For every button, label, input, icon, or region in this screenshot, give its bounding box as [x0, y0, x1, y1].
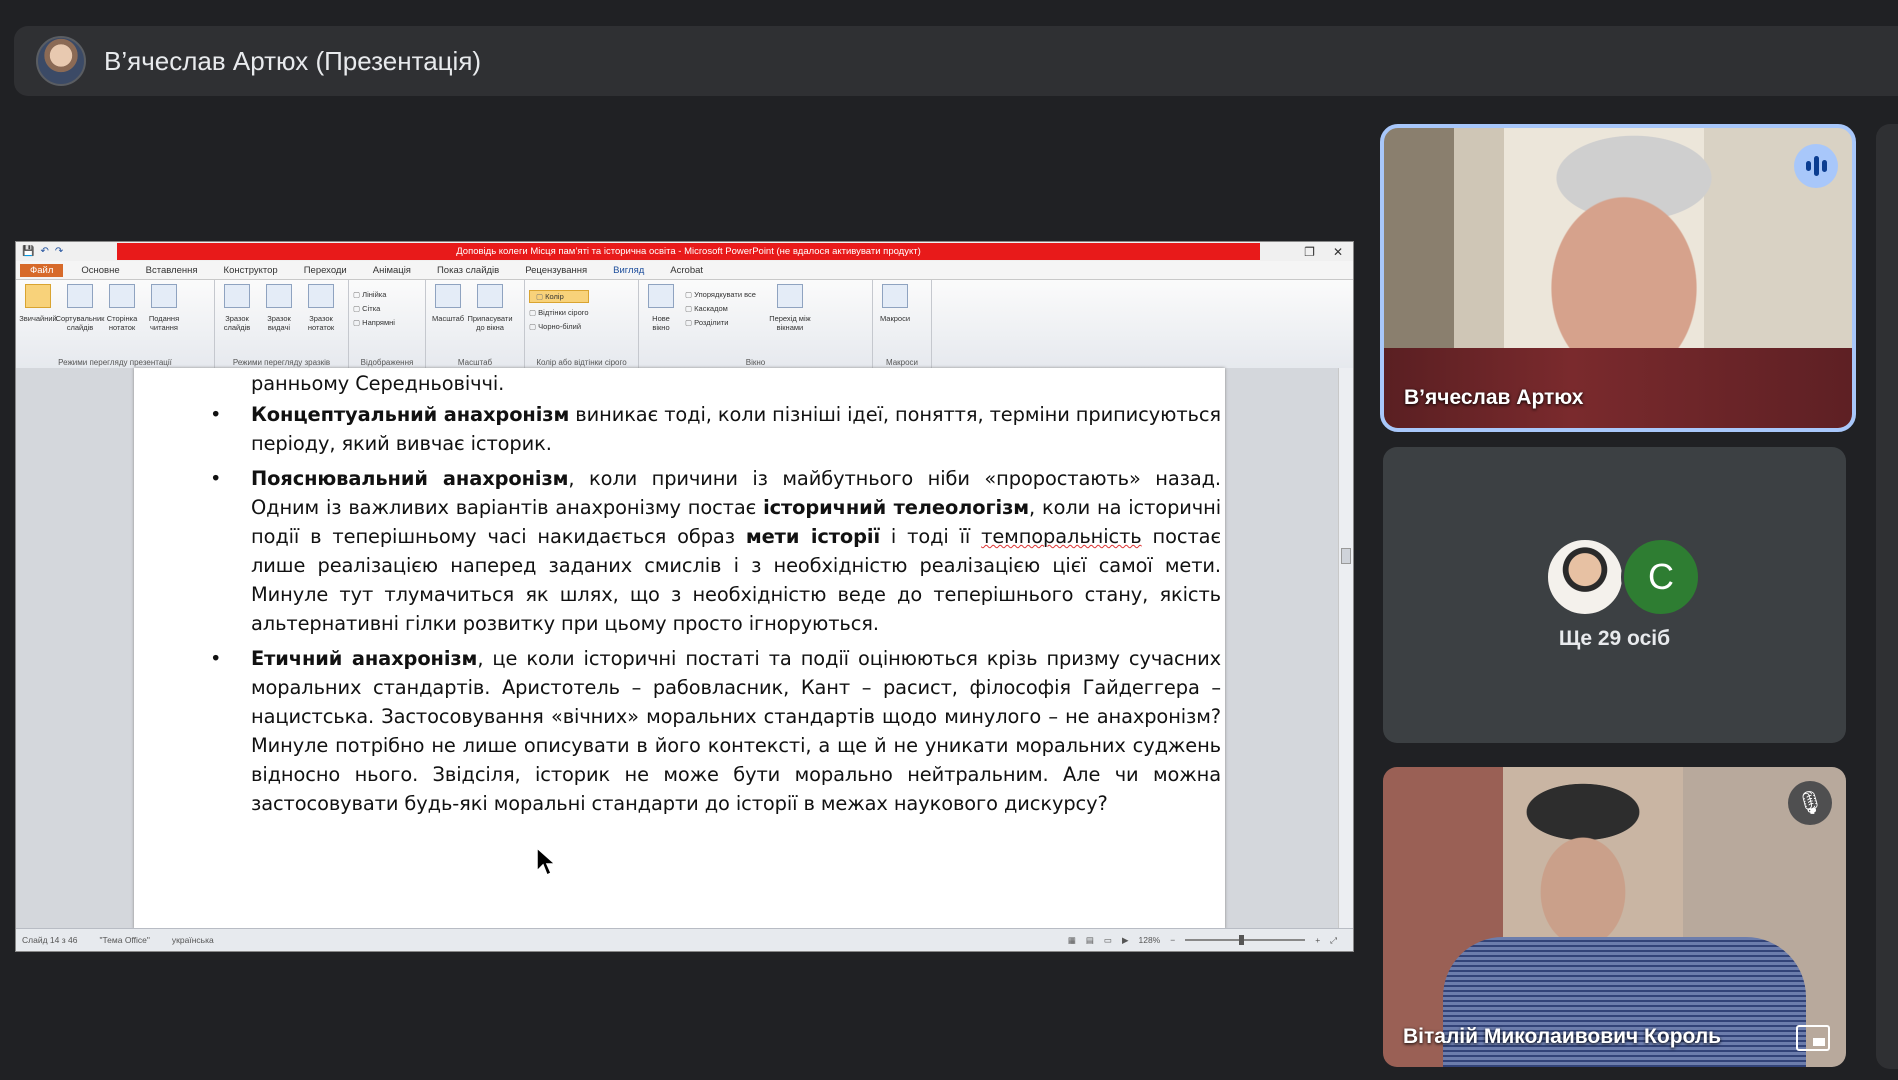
tab-transitions[interactable]: Переходи [304, 265, 347, 276]
split-button[interactable]: Розділити [685, 318, 756, 327]
window-title: Доповідь колеги Місця пам’яті та історич… [117, 243, 1260, 260]
shared-screen: 💾 ↶ ↷ Доповідь колеги Місця пам’яті та і… [15, 241, 1354, 952]
reading-view-icon[interactable]: ▭ [1104, 935, 1112, 946]
slide-sorter-button[interactable]: Сортувальник слайдів [56, 284, 104, 368]
black-white-button[interactable]: Чорно-білий [529, 322, 589, 331]
theme-name: "Тема Office" [99, 935, 150, 945]
gridlines-checkbox[interactable]: Сітка [353, 304, 395, 313]
tab-acrobat[interactable]: Acrobat [670, 265, 703, 276]
notes-text: ранньому Середньовіччі. Концептуальний а… [195, 369, 1221, 824]
switch-windows-button[interactable]: Перехід між вікнами [762, 284, 818, 368]
restore-icon[interactable]: ❐ [1304, 245, 1315, 259]
fit-to-window-button[interactable]: Припасувати до вікна [468, 284, 513, 368]
notes-master-button[interactable]: Зразок нотаток [303, 284, 339, 368]
slide-master-button[interactable]: Зразок слайдів [219, 284, 255, 368]
save-icon[interactable]: 💾 [22, 246, 34, 257]
avatar: С [1621, 537, 1701, 617]
bullet-item: Концептуальний анахронізм виникає тоді, … [210, 400, 1221, 458]
ribbon-group-zoom: Масштаб Припасувати до вікна Масштаб [426, 280, 525, 368]
zoom-slider[interactable] [1185, 935, 1306, 945]
undo-icon[interactable]: ↶ [40, 246, 48, 257]
vertical-scrollbar[interactable] [1338, 368, 1353, 928]
bullet-item: Пояснювальний анахронізм, коли причини і… [210, 464, 1221, 638]
reading-view-button[interactable]: Подання читання [146, 284, 182, 368]
zoom-out-icon[interactable]: − [1170, 935, 1175, 945]
side-panel-edge [1876, 124, 1898, 1069]
sorter-view-icon[interactable]: ▤ [1086, 935, 1094, 946]
slide-counter: Слайд 14 з 46 [22, 935, 78, 945]
cascade-button[interactable]: Каскадом [685, 304, 756, 313]
speaking-indicator-icon [1794, 144, 1838, 188]
zoom-level[interactable]: 128% [1139, 935, 1161, 945]
zoom-in-icon[interactable]: + [1315, 935, 1320, 945]
participant-tile-presenter[interactable]: В’ячеслав Артюх [1380, 124, 1856, 432]
tab-file[interactable]: Файл [20, 263, 64, 277]
normal-view-button[interactable]: Звичайний [19, 284, 57, 368]
text-line: ранньому Середньовіччі. [251, 372, 505, 395]
ppt-title-bar: 💾 ↶ ↷ Доповідь колеги Місця пам’яті та і… [16, 242, 1353, 261]
ribbon-group-color: Колір Відтінки сірого Чорно-білий Колір … [525, 280, 639, 368]
participant-tile-others[interactable]: С Ще 29 осіб [1383, 447, 1846, 743]
ribbon: Звичайний Сортувальник слайдів Сторінка … [16, 280, 1353, 369]
participant-tile[interactable]: 🎙 Віталій Миколаивович Король [1383, 767, 1846, 1067]
ribbon-group-views: Звичайний Сортувальник слайдів Сторінка … [16, 280, 215, 368]
ruler-checkbox[interactable]: Лінійка [353, 290, 395, 299]
tab-home[interactable]: Основне [81, 265, 119, 276]
arrange-all-button[interactable]: Упорядкувати все [685, 290, 756, 299]
tab-design[interactable]: Конструктор [224, 265, 278, 276]
fit-slide-icon[interactable]: ⤢ [1330, 935, 1337, 946]
presentation-title: В’ячеслав Артюх (Презентація) [104, 45, 482, 76]
bullet-term: Пояснювальний анахронізм [251, 467, 569, 490]
zoom-button[interactable]: Масштаб [430, 284, 466, 368]
language-indicator[interactable]: українська [172, 935, 214, 945]
presentation-header: В’ячеслав Артюх (Презентація) [14, 26, 1898, 96]
participant-avatars: С [1545, 537, 1701, 617]
notes-page[interactable]: ранньому Середньовіччі. Концептуальний а… [134, 368, 1225, 929]
tab-animations[interactable]: Анімація [373, 265, 411, 276]
participant-name: Віталій Миколаивович Король [1403, 1025, 1722, 1048]
bullet-term: Етичний анахронізм [251, 647, 478, 670]
bullet-term: Концептуальний анахронізм [251, 403, 570, 426]
ribbon-group-macros: Макроси Макроси [873, 280, 932, 368]
quick-access-toolbar: 💾 ↶ ↷ [16, 246, 117, 257]
avatar [1545, 537, 1625, 617]
ribbon-group-master: Зразок слайдів Зразок видачі Зразок нота… [215, 280, 349, 368]
grayscale-button[interactable]: Відтінки сірого [529, 308, 588, 317]
status-bar: Слайд 14 з 46 "Тема Office" українська ▦… [16, 928, 1353, 951]
spellcheck-word[interactable]: темпоральність [981, 525, 1142, 548]
slideshow-icon[interactable]: ▶ [1122, 935, 1129, 946]
bullet-item: Етичний анахронізм, це коли історичні по… [210, 644, 1221, 818]
scroll-thumb[interactable] [1341, 548, 1351, 564]
tab-insert[interactable]: Вставлення [146, 265, 198, 276]
tab-review[interactable]: Рецензування [525, 265, 587, 276]
more-participants-label: Ще 29 осіб [1558, 627, 1671, 650]
ribbon-tabs: Файл Основне Вставлення Конструктор Пере… [16, 261, 1353, 280]
close-icon[interactable]: ✕ [1333, 245, 1343, 259]
handout-master-button[interactable]: Зразок видачі [261, 284, 297, 368]
notes-page-button[interactable]: Сторінка нотаток [104, 284, 140, 368]
ribbon-group-window: Нове вікно Упорядкувати все Каскадом Роз… [639, 280, 873, 368]
normal-view-icon[interactable]: ▦ [1068, 935, 1076, 946]
tab-view[interactable]: Вигляд [613, 265, 644, 276]
participant-name: В’ячеслав Артюх [1404, 386, 1584, 409]
document-area: ранньому Середньовіччі. Концептуальний а… [16, 368, 1353, 929]
macros-button[interactable]: Макроси [877, 284, 913, 368]
picture-in-picture-icon[interactable] [1796, 1025, 1830, 1051]
redo-icon[interactable]: ↷ [55, 246, 63, 257]
tab-slideshow[interactable]: Показ слайдів [437, 265, 499, 276]
mic-off-icon: 🎙 [1788, 781, 1832, 825]
ribbon-group-show: Лінійка Сітка Напрямні Відображення [349, 280, 426, 368]
window-controls: ❐ ✕ [1260, 245, 1353, 259]
new-window-button[interactable]: Нове вікно [643, 284, 679, 368]
guides-checkbox[interactable]: Напрямні [353, 318, 395, 327]
bullet-list: Концептуальний анахронізм виникає тоді, … [195, 400, 1221, 818]
color-button[interactable]: Колір [529, 290, 589, 303]
presenter-avatar [36, 36, 86, 86]
